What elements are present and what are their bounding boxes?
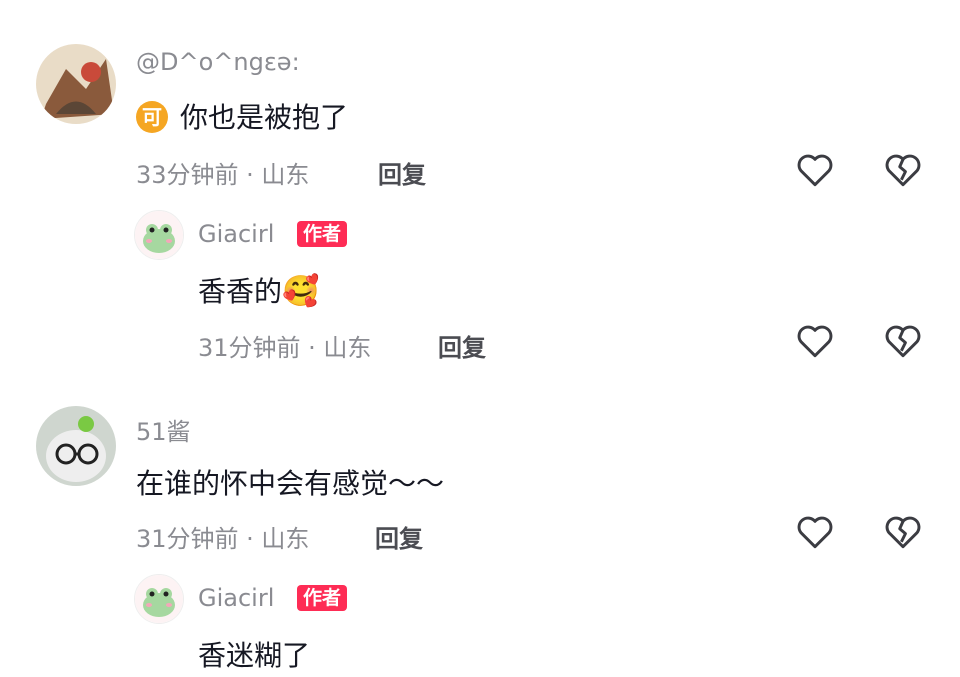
reply-avatar[interactable]	[134, 210, 184, 260]
reply-button[interactable]: 回复	[375, 519, 423, 554]
reply-button[interactable]: 回复	[378, 155, 426, 190]
dislike-broken-heart-icon[interactable]	[883, 323, 923, 359]
comment-username[interactable]: 51酱	[136, 412, 191, 447]
avatar[interactable]	[36, 44, 116, 124]
comment-text: 在谁的怀中会有感觉～～	[136, 467, 445, 500]
reply-time-location: 31分钟前 · 山东	[198, 334, 372, 362]
reply-text: 香迷糊了	[198, 639, 311, 672]
comment-text: 你也是被抱了	[180, 101, 349, 134]
reply-avatar[interactable]	[134, 574, 184, 624]
reply-username[interactable]: Giacirl	[198, 220, 274, 248]
author-badge: 作者	[297, 585, 348, 611]
comment-time-location: 31分钟前 · 山东	[136, 525, 310, 553]
avatar[interactable]	[36, 406, 116, 486]
reply-button[interactable]: 回复	[438, 328, 486, 363]
emoji: 🥰	[282, 274, 320, 309]
comment-time-location: 33分钟前 · 山东	[136, 161, 310, 189]
author-badge: 作者	[297, 221, 348, 247]
reply-text: 香香的🥰	[198, 270, 319, 310]
comment-username[interactable]: @D^o^ngεə:	[136, 48, 300, 76]
dislike-broken-heart-icon[interactable]	[883, 514, 923, 550]
like-heart-icon[interactable]	[795, 152, 835, 188]
like-heart-icon[interactable]	[795, 514, 835, 550]
dislike-broken-heart-icon[interactable]	[883, 152, 923, 188]
like-heart-icon[interactable]	[795, 323, 835, 359]
reply-text-content: 香香的	[198, 275, 283, 308]
coin-icon: 可	[136, 101, 168, 133]
reply-username[interactable]: Giacirl	[198, 584, 274, 612]
